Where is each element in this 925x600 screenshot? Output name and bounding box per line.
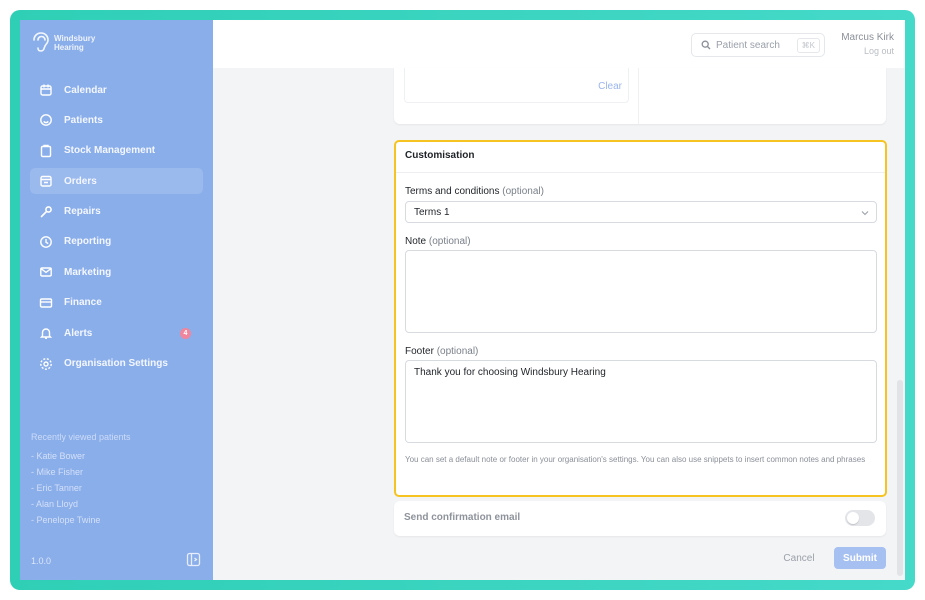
chevron-down-icon: [861, 211, 869, 216]
user-name: Marcus Kirk: [841, 32, 894, 43]
app-window: Windsbury Hearing Calendar Patients Stoc…: [20, 20, 905, 580]
confirmation-email-label: Send confirmation email: [404, 512, 521, 523]
brand-logo[interactable]: Windsbury Hearing: [30, 30, 95, 56]
footer-optional-text: (optional): [436, 346, 479, 357]
settings-icon: [39, 357, 53, 371]
logout-link[interactable]: Log out: [864, 46, 894, 56]
note-textarea[interactable]: [405, 250, 877, 333]
submit-button[interactable]: Submit: [834, 547, 886, 569]
confirmation-email-card: Send confirmation email: [394, 501, 886, 536]
sidebar: Windsbury Hearing Calendar Patients Stoc…: [20, 20, 213, 580]
recent-patient-item[interactable]: - Mike Fisher: [31, 467, 131, 483]
sidebar-item-label: Organisation Settings: [64, 358, 168, 370]
sidebar-item-orders[interactable]: Orders: [30, 168, 203, 195]
sidebar-item-label: Orders: [64, 175, 97, 187]
sidebar-item-calendar[interactable]: Calendar: [30, 77, 203, 103]
collapse-sidebar-icon[interactable]: [186, 552, 201, 567]
wrench-icon: [39, 205, 53, 219]
sidebar-item-stock-management[interactable]: Stock Management: [30, 138, 203, 164]
sidebar-item-label: Alerts: [64, 327, 93, 339]
clear-link[interactable]: Clear: [598, 81, 622, 92]
brand-line1: Windsbury: [54, 34, 96, 43]
orders-icon: [39, 174, 53, 188]
sidebar-item-label: Finance: [64, 297, 102, 309]
patient-search-label: Patient search: [716, 39, 780, 51]
recent-patient-item[interactable]: - Penelope Twine: [31, 515, 131, 531]
customisation-help-text: You can set a default note or footer in …: [405, 455, 866, 464]
customisation-card: Customisation Terms and conditions (opti…: [394, 140, 887, 497]
sidebar-item-label: Calendar: [64, 84, 107, 96]
cancel-button[interactable]: Cancel: [778, 547, 820, 569]
footer-textarea[interactable]: Thank you for choosing Windsbury Hearing: [405, 360, 877, 443]
recent-patient-item[interactable]: - Eric Tanner: [31, 483, 131, 499]
app-version: 1.0.0: [31, 556, 52, 566]
previous-section-card: Clear: [394, 68, 886, 124]
sidebar-item-alerts[interactable]: Alerts 4: [30, 320, 203, 346]
sidebar-item-label: Reporting: [64, 236, 112, 248]
search-icon: [701, 40, 711, 50]
mail-icon: [39, 265, 53, 279]
footer-label-text: Footer: [405, 346, 434, 357]
terms-select[interactable]: Terms 1: [405, 201, 877, 223]
sidebar-item-marketing[interactable]: Marketing: [30, 259, 203, 285]
previous-section-field: Clear: [404, 68, 629, 103]
terms-label-text: Terms and conditions: [405, 186, 500, 197]
alerts-count-badge: 4: [180, 328, 191, 340]
clipboard-icon: [39, 144, 53, 158]
sidebar-nav: Calendar Patients Stock Management Order…: [30, 77, 203, 381]
terms-optional-text: (optional): [502, 186, 544, 197]
footer-label: Footer (optional): [405, 346, 478, 357]
top-bar: Patient search ⌘K Marcus Kirk Log out: [213, 20, 905, 68]
scrollbar-thumb[interactable]: [897, 380, 903, 576]
recent-patient-item[interactable]: - Alan Lloyd: [31, 499, 131, 515]
brand-line2: Hearing: [54, 43, 84, 52]
card-icon: [39, 296, 53, 310]
bell-icon: [39, 326, 53, 340]
terms-label: Terms and conditions (optional): [405, 186, 544, 197]
search-shortcut-badge: ⌘K: [796, 38, 820, 53]
note-label-text: Note: [405, 236, 427, 247]
customisation-title: Customisation: [396, 142, 885, 173]
toggle-knob: [847, 512, 859, 524]
sidebar-item-repairs[interactable]: Repairs: [30, 199, 203, 225]
confirmation-email-toggle[interactable]: [845, 510, 875, 526]
sidebar-item-finance[interactable]: Finance: [30, 290, 203, 316]
note-optional-text: (optional): [428, 236, 471, 247]
smile-icon: [39, 113, 53, 127]
card-divider: [638, 68, 639, 124]
clock-icon: [39, 235, 53, 249]
calendar-icon: [39, 83, 53, 97]
note-label: Note (optional): [405, 236, 471, 247]
recent-patients: Recently viewed patients - Katie Bower -…: [31, 432, 131, 531]
sidebar-item-organisation-settings[interactable]: Organisation Settings: [30, 351, 203, 377]
recent-patient-item[interactable]: - Katie Bower: [31, 451, 131, 467]
sidebar-item-label: Stock Management: [64, 145, 156, 157]
sidebar-item-label: Patients: [64, 114, 103, 126]
sidebar-item-label: Repairs: [64, 206, 101, 218]
recent-patients-title: Recently viewed patients: [31, 432, 131, 442]
sidebar-item-patients[interactable]: Patients: [30, 107, 203, 133]
terms-selected-value: Terms 1: [414, 207, 450, 218]
sidebar-item-label: Marketing: [64, 266, 112, 278]
sidebar-item-reporting[interactable]: Reporting: [30, 229, 203, 255]
ear-logo-icon: [33, 32, 49, 52]
patient-search-button[interactable]: Patient search ⌘K: [691, 33, 825, 57]
